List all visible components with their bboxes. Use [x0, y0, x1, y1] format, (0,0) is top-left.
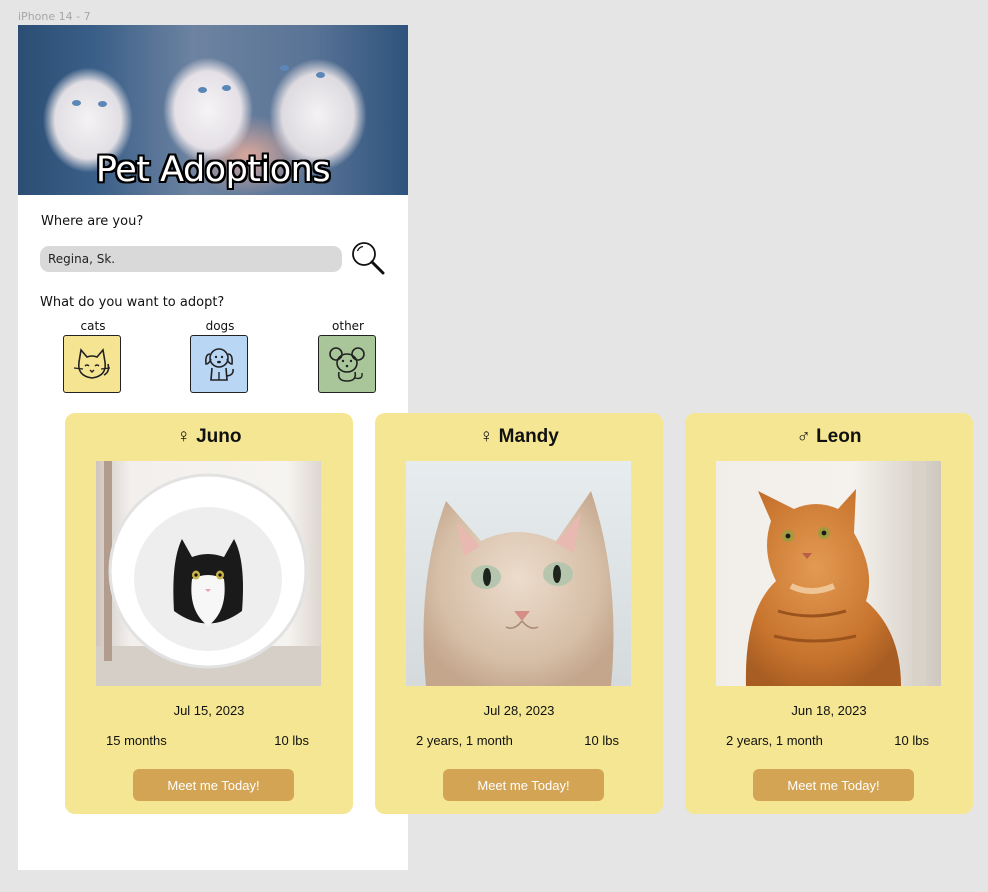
kitten-eye	[72, 100, 81, 106]
cat-photo-leon	[716, 461, 941, 686]
dog-icon	[205, 348, 234, 381]
magnifier-icon[interactable]	[350, 240, 386, 276]
pet-name-label: Leon	[816, 426, 862, 447]
pet-photo	[96, 461, 321, 686]
pet-name-label: Mandy	[498, 426, 559, 447]
kitten-eye	[198, 87, 207, 93]
meet-button[interactable]: Meet me Today!	[443, 769, 604, 801]
pet-name: ♀ Mandy	[375, 426, 663, 448]
category-cats-button[interactable]	[63, 335, 121, 393]
pet-card[interactable]: ♀ Juno Jul 15, 2023 15 months 10 lbs Mee…	[65, 413, 353, 814]
mouse-icon	[329, 347, 365, 382]
kitten-eye	[98, 101, 107, 107]
category-label-cats: cats	[80, 319, 106, 333]
male-icon: ♂	[796, 426, 811, 447]
pet-weight: 10 lbs	[894, 733, 929, 748]
category-label-other: other	[332, 319, 364, 333]
pet-age: 2 years, 1 month	[726, 733, 823, 748]
pet-weight: 10 lbs	[584, 733, 619, 748]
kitten-eye	[316, 72, 325, 78]
page-title: Pet Adoptions	[95, 150, 331, 190]
pet-date: Jul 28, 2023	[483, 703, 555, 718]
hero-banner: Pet Adoptions	[18, 25, 408, 195]
category-other-button[interactable]	[318, 335, 376, 393]
cat-icon	[73, 348, 111, 379]
pet-date: Jun 18, 2023	[791, 703, 867, 718]
pet-card[interactable]: ♀ Mandy Jul 28, 2023 2 years, 1 month 10…	[375, 413, 663, 814]
meet-button[interactable]: Meet me Today!	[753, 769, 914, 801]
cat-photo-mandy	[406, 461, 631, 686]
pet-name: ♀ Juno	[65, 426, 353, 448]
pet-name: ♂ Leon	[685, 426, 973, 448]
location-question: Where are you?	[41, 214, 144, 229]
category-label-dogs: dogs	[205, 319, 235, 333]
female-icon: ♀	[176, 426, 191, 447]
pet-weight: 10 lbs	[274, 733, 309, 748]
pet-age: 15 months	[106, 733, 167, 748]
pet-date: Jul 15, 2023	[173, 703, 245, 718]
location-input[interactable]	[40, 246, 342, 272]
frame-label: iPhone 14 - 7	[18, 10, 91, 23]
pet-age: 2 years, 1 month	[416, 733, 513, 748]
pet-card[interactable]: ♂ Leon Jun 18, 2023 2 years, 1 month 10 …	[685, 413, 973, 814]
meet-button[interactable]: Meet me Today!	[133, 769, 294, 801]
pet-photo	[716, 461, 941, 686]
kitten-eye	[222, 85, 231, 91]
kitten-eye	[280, 65, 289, 71]
category-dogs-button[interactable]	[190, 335, 248, 393]
pet-name-label: Juno	[196, 426, 242, 447]
cat-photo-juno	[96, 461, 321, 686]
pet-photo	[406, 461, 631, 686]
adopt-question: What do you want to adopt?	[40, 295, 225, 310]
female-icon: ♀	[479, 426, 494, 447]
